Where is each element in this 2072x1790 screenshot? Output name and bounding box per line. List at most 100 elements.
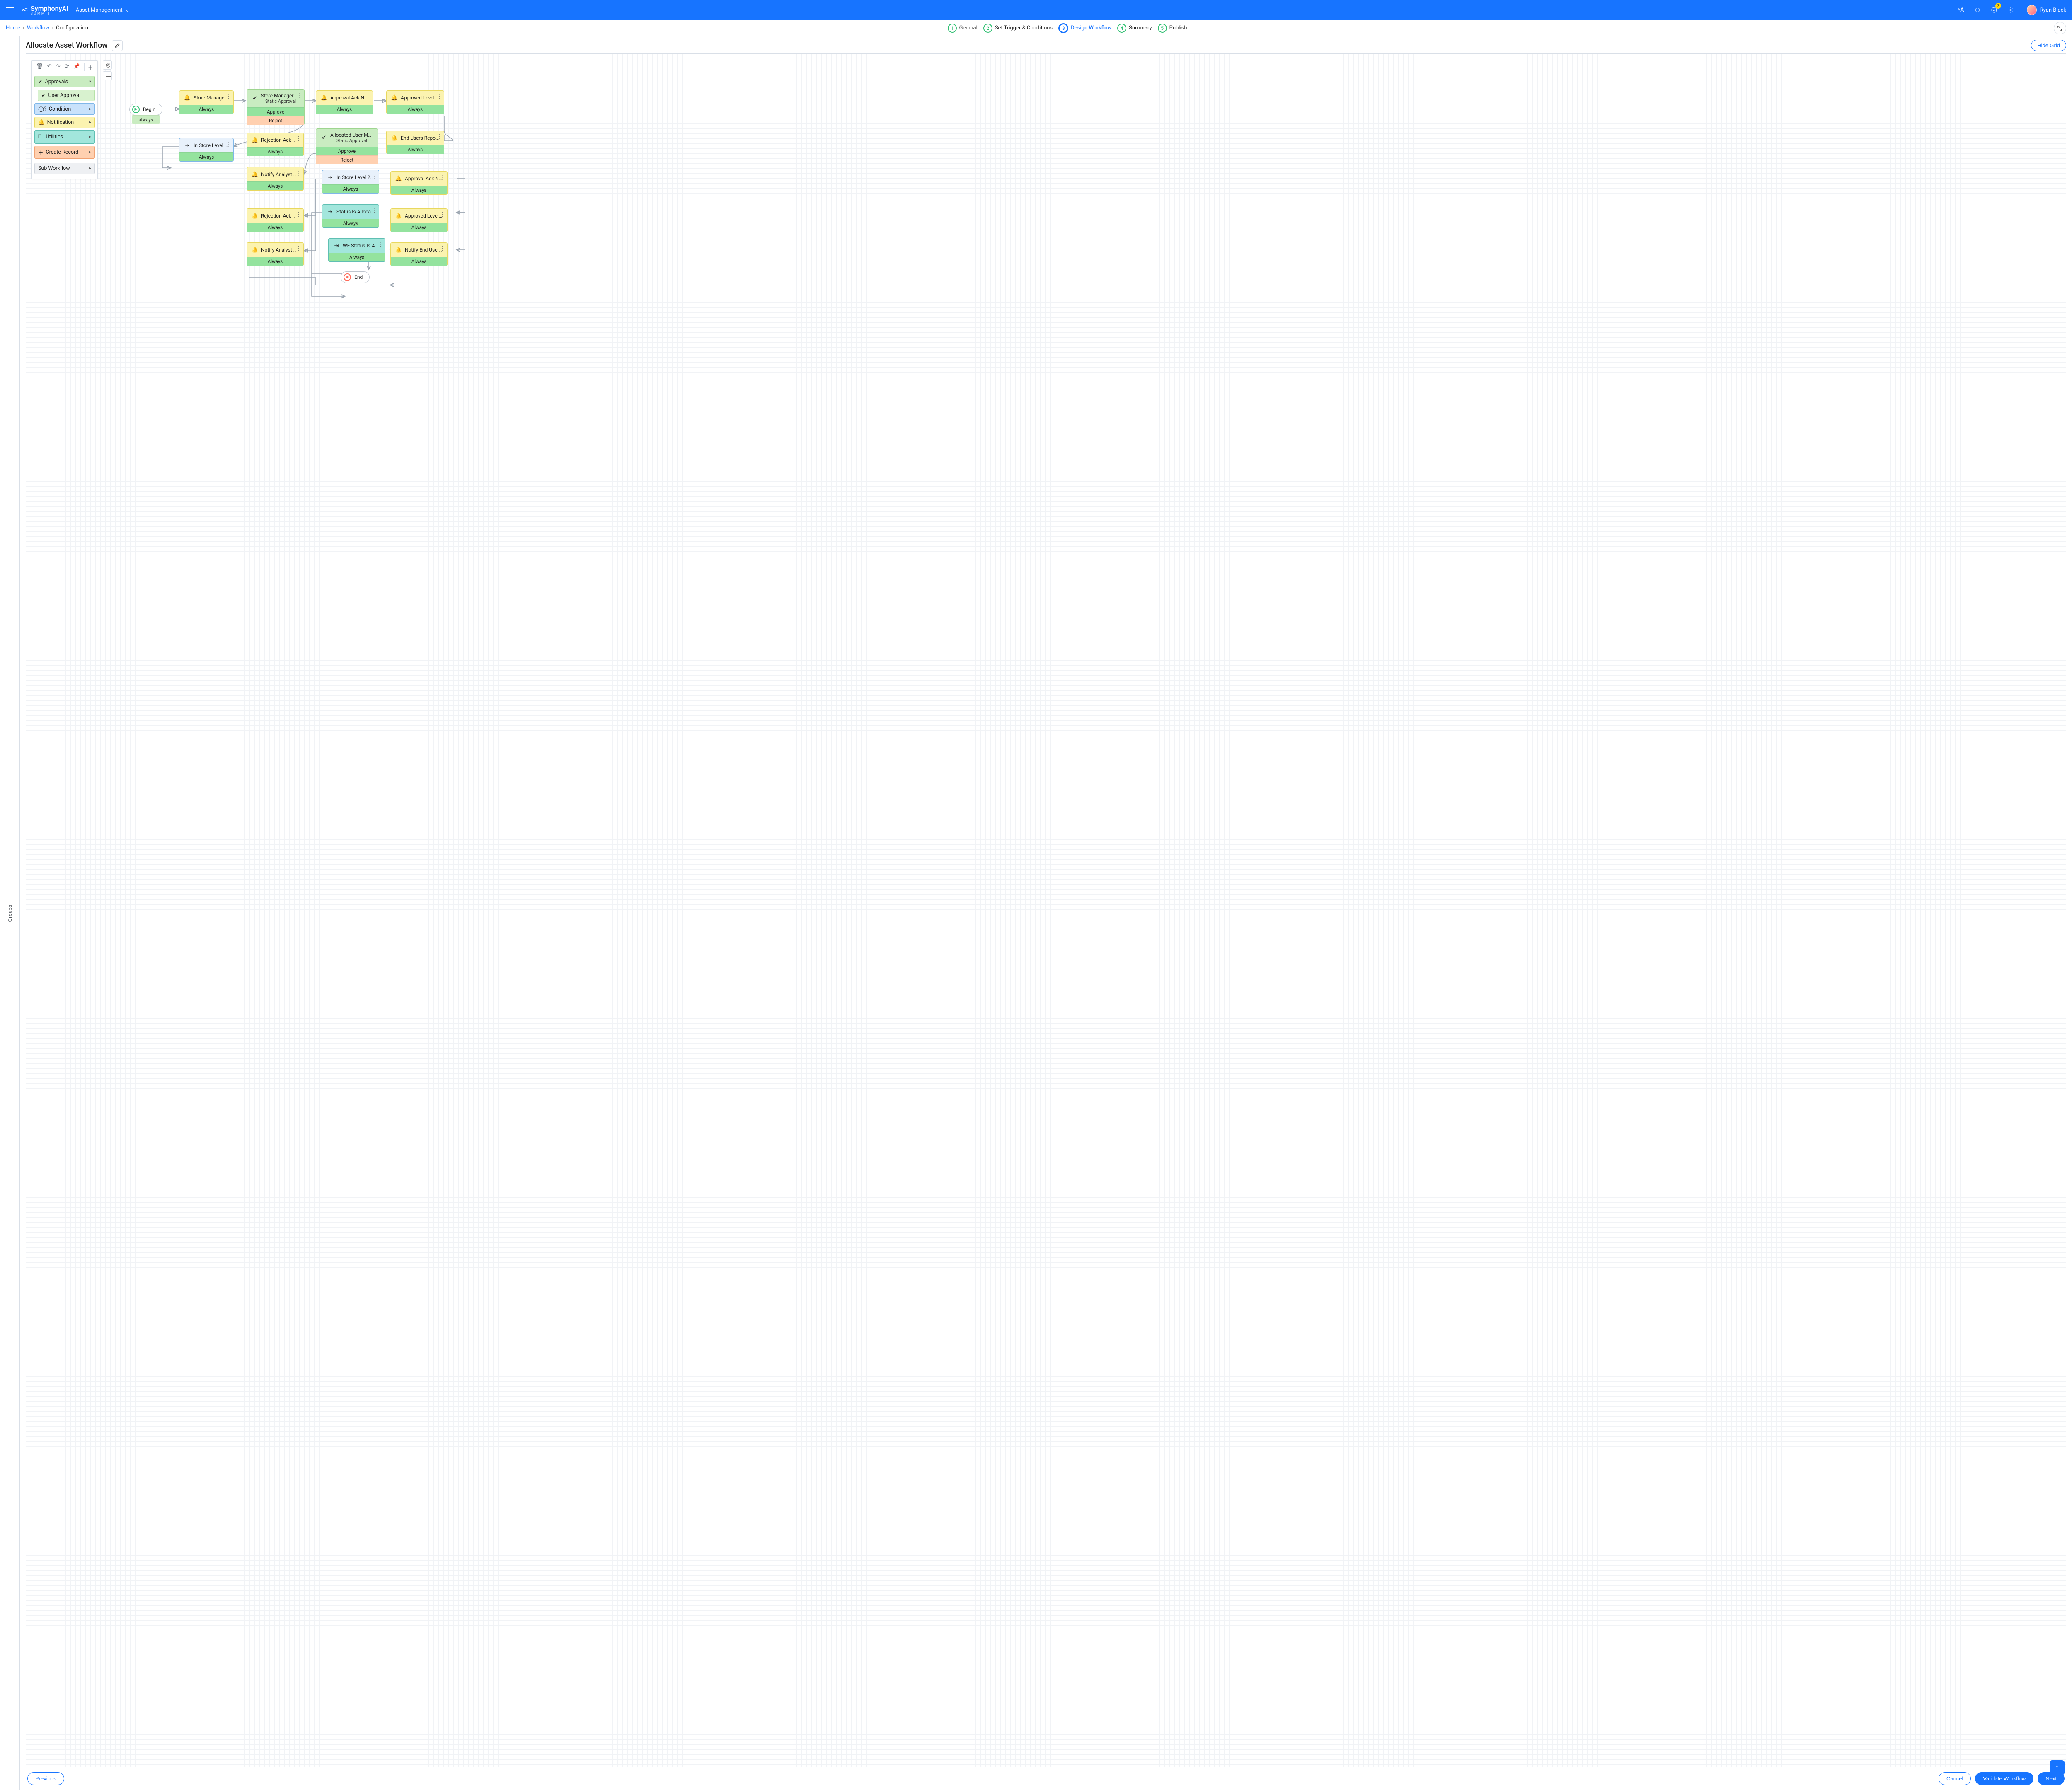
bell-icon: 🔔: [251, 171, 259, 178]
node-menu-icon[interactable]: ⋮: [296, 245, 302, 252]
wizard-step-trigger[interactable]: 2Set Trigger & Conditions: [983, 24, 1053, 33]
node-menu-icon[interactable]: ⋮: [440, 174, 445, 181]
palette-refresh-icon[interactable]: ⟳: [65, 63, 69, 71]
output-always: Always: [247, 223, 303, 232]
palette-pin-icon[interactable]: 📌: [73, 63, 80, 71]
check-circle-icon: ✔: [320, 134, 328, 142]
output-always: Always: [179, 105, 233, 114]
output-approve: Approve: [247, 107, 304, 116]
brand-logo: SymphonyAI SUMMIT: [22, 5, 68, 15]
node-menu-icon[interactable]: ⋮: [436, 93, 442, 100]
node-begin[interactable]: ▶ Begin: [129, 104, 162, 115]
breadcrumb: Home › Workflow › Configuration: [6, 25, 88, 31]
bell-icon: 🔔: [391, 94, 398, 102]
wizard-step-general[interactable]: 1General: [948, 24, 978, 33]
node-rejection-ack-1[interactable]: 🔔Rejection Ack Notifica..⋮ Always: [247, 133, 304, 156]
output-always: Always: [247, 147, 303, 156]
workflow-canvas[interactable]: 🗑 ↶ ↷ ⟳ 📌 ＋ ✔Approvals▾ ✔User Approval ◯…: [26, 53, 2066, 1790]
cancel-button[interactable]: Cancel: [1939, 1772, 1971, 1785]
node-static-approval-1[interactable]: ✔Store Manager Appro..Static Approval⋮ A…: [247, 89, 305, 125]
node-wf-status-approved[interactable]: ⇥WF Status Is Approved⋮ Always: [328, 238, 385, 262]
wizard-step-publish[interactable]: 5Publish: [1158, 24, 1187, 33]
node-menu-icon[interactable]: ⋮: [296, 135, 302, 142]
breadcrumb-current: Configuration: [56, 25, 88, 31]
node-menu-icon[interactable]: ⋮: [371, 173, 377, 179]
font-size-button[interactable]: AAAA: [1956, 5, 1965, 15]
zoom-out-button[interactable]: —: [103, 71, 112, 80]
begin-output-always: always: [132, 115, 160, 124]
node-notify-end-user[interactable]: 🔔Notify End User Succ..⋮ Always: [390, 242, 448, 266]
bell-icon: 🔔: [184, 94, 191, 102]
node-menu-icon[interactable]: ⋮: [440, 211, 445, 218]
settings-button[interactable]: [2006, 5, 2015, 15]
node-end[interactable]: ◉ End: [341, 271, 370, 283]
zoom-center-button[interactable]: ◎: [103, 60, 112, 70]
expand-button[interactable]: [2054, 22, 2066, 34]
wizard-steps: 1General 2Set Trigger & Conditions 3Desi…: [948, 23, 1187, 33]
wizard-step-summary[interactable]: 4Summary: [1117, 24, 1152, 33]
node-menu-icon[interactable]: ⋮: [297, 92, 303, 99]
breadcrumb-home[interactable]: Home: [6, 25, 20, 31]
output-always: Always: [391, 223, 447, 232]
scroll-top-button[interactable]: ↑: [2050, 1760, 2065, 1775]
node-approval-ack-2[interactable]: 🔔Approval Ack Notificat..⋮ Always: [390, 171, 448, 195]
palette-delete-icon[interactable]: 🗑: [36, 63, 43, 71]
palette-create-record[interactable]: ＋Create Record▸: [34, 146, 95, 159]
edit-title-button[interactable]: [112, 40, 123, 51]
node-menu-icon[interactable]: ⋮: [296, 170, 302, 177]
node-approved-level2[interactable]: 🔔Approved Level2 Noti..⋮ Always: [390, 208, 448, 232]
node-notify-analyst-rej-2[interactable]: 🔔Notify Analyst On Rej..⋮ Always: [247, 242, 304, 266]
node-allocated-user-mana[interactable]: ✔Allocated User Mana..Static Approval⋮ A…: [316, 128, 378, 164]
module-dropdown[interactable]: Asset Management ⌄: [76, 7, 130, 13]
hide-grid-button[interactable]: Hide Grid: [2031, 40, 2066, 51]
node-status-allocated[interactable]: ⇥Status Is Allocated⋮ Always: [322, 204, 379, 228]
node-menu-icon[interactable]: ⋮: [226, 141, 232, 148]
node-store-manager-appro[interactable]: 🔔Store Manager Appro..⋮ Always: [179, 90, 234, 114]
node-menu-icon[interactable]: ⋮: [226, 93, 232, 100]
output-always: Always: [247, 257, 303, 266]
node-menu-icon[interactable]: ⋮: [365, 93, 371, 100]
node-end-users-reporting[interactable]: 🔔End Users Reporting ..⋮ Always: [386, 131, 444, 154]
node-menu-icon[interactable]: ⋮: [370, 131, 376, 138]
node-approval-ack-1[interactable]: 🔔Approval Ack Notificat..⋮ Always: [316, 90, 373, 114]
folder-icon: 🗀: [38, 133, 44, 141]
palette-notification[interactable]: 🔔Notification▸: [34, 117, 95, 128]
output-always: Always: [247, 181, 303, 190]
groups-rail[interactable]: Groups: [0, 36, 20, 1790]
bell-icon: 🔔: [251, 246, 259, 254]
menu-button[interactable]: [6, 7, 14, 12]
wizard-step-design[interactable]: 3Design Workflow: [1058, 23, 1111, 33]
node-menu-icon[interactable]: ⋮: [440, 245, 445, 252]
output-always: Always: [329, 253, 385, 261]
chevron-down-icon: ⌄: [125, 7, 130, 13]
palette-add-icon[interactable]: ＋: [84, 63, 93, 71]
badge-count: 7: [1995, 3, 2001, 9]
node-menu-icon[interactable]: ⋮: [296, 211, 302, 218]
palette-undo-icon[interactable]: ↶: [47, 63, 52, 71]
module-name: Asset Management: [76, 7, 123, 13]
palette-redo-icon[interactable]: ↷: [56, 63, 61, 71]
check-icon: ✔: [41, 92, 46, 99]
output-always: Always: [316, 105, 373, 114]
node-menu-icon[interactable]: ⋮: [436, 133, 442, 140]
palette-condition[interactable]: ◯?Condition▸: [34, 103, 95, 115]
user-chip[interactable]: Ryan Black: [2027, 5, 2066, 15]
palette-utilities[interactable]: 🗀Utilities▸: [34, 130, 95, 144]
node-in-store-rej-2[interactable]: ⇥In Store Level 2 Reje..⋮ Always: [322, 170, 379, 194]
node-menu-icon[interactable]: ⋮: [378, 241, 383, 248]
node-in-store-rej-1[interactable]: ⇥In Store Level 1 Reje..⋮ Always: [179, 138, 234, 162]
previous-button[interactable]: Previous: [27, 1772, 64, 1785]
code-button[interactable]: [1973, 5, 1982, 15]
palette-sub-workflow[interactable]: Sub Workflow▸: [34, 163, 95, 174]
node-approved-level1[interactable]: 🔔Approved Level1 Noti..⋮ Always: [386, 90, 444, 114]
approvals-badge-button[interactable]: 7: [1990, 5, 1999, 15]
palette-user-approval[interactable]: ✔User Approval: [38, 90, 95, 101]
validate-workflow-button[interactable]: Validate Workflow: [1975, 1772, 2033, 1785]
output-always: Always: [322, 184, 379, 193]
node-rejection-ack-2[interactable]: 🔔Rejection Ack Notifica..⋮ Always: [247, 208, 304, 232]
node-notify-analyst-rej-1[interactable]: 🔔Notify Analyst On Rej..⋮ Always: [247, 167, 304, 191]
node-menu-icon[interactable]: ⋮: [371, 207, 377, 214]
palette-approvals[interactable]: ✔Approvals▾: [34, 76, 95, 87]
breadcrumb-workflow[interactable]: Workflow: [27, 25, 49, 31]
output-always: Always: [322, 219, 379, 227]
